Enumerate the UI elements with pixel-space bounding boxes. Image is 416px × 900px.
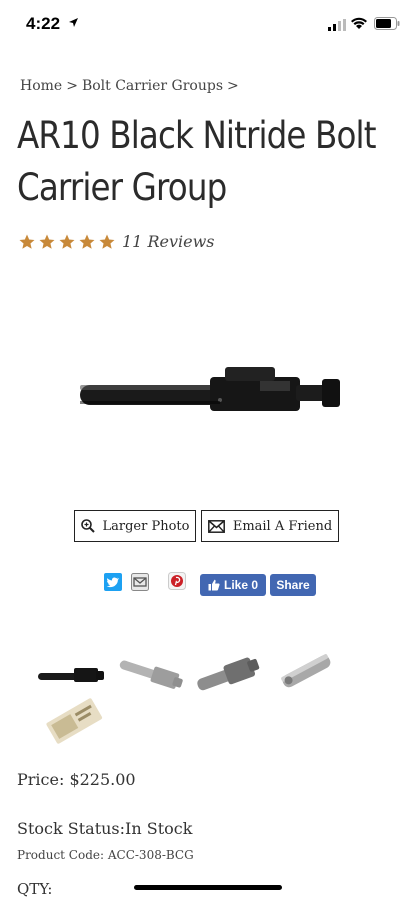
thumbnail-3[interactable]	[192, 645, 264, 705]
location-arrow-icon	[69, 18, 78, 27]
facebook-share-button[interactable]: Share	[270, 574, 316, 596]
facebook-share-label: Share	[276, 578, 310, 592]
star-icon	[79, 234, 95, 249]
cellular-signal-icon	[328, 19, 346, 31]
thumbnail-4[interactable]	[272, 640, 344, 700]
larger-photo-label: Larger Photo	[102, 518, 190, 534]
breadcrumb-home-link[interactable]: Home	[20, 78, 62, 94]
star-icon	[19, 234, 35, 249]
twitter-icon[interactable]	[104, 573, 122, 591]
breadcrumb-separator: >	[227, 78, 239, 94]
star-icon	[99, 234, 115, 249]
email-icon[interactable]	[131, 573, 149, 591]
star-rating	[18, 233, 116, 251]
product-rating[interactable]: 11 Reviews	[18, 232, 215, 251]
product-image[interactable]	[60, 355, 360, 435]
facebook-like-label: Like 0	[223, 578, 259, 592]
breadcrumb-bolt-carrier-groups-link[interactable]: Bolt Carrier Groups	[82, 78, 223, 94]
battery-icon	[374, 17, 400, 30]
reviews-link[interactable]: 11 Reviews	[122, 232, 215, 251]
breadcrumb-separator: >	[66, 78, 78, 94]
thumbs-up-icon	[208, 579, 220, 591]
facebook-like-button[interactable]: Like 0	[200, 574, 266, 596]
star-icon	[39, 234, 55, 249]
pinterest-icon[interactable]	[168, 572, 186, 590]
quantity-label: QTY:	[17, 880, 53, 898]
product-price: Price: $225.00	[17, 770, 136, 789]
breadcrumb: Home > Bolt Carrier Groups >	[20, 78, 243, 94]
status-bar: 4:22	[0, 0, 416, 48]
thumbnail-2[interactable]	[114, 645, 186, 705]
email-friend-button[interactable]: Email A Friend	[201, 510, 339, 542]
email-friend-label: Email A Friend	[232, 518, 333, 534]
larger-photo-button[interactable]: Larger Photo	[74, 510, 196, 542]
product-code: Product Code: ACC-308-BCG	[17, 848, 194, 862]
thumbnail-5[interactable]	[40, 690, 112, 750]
status-time: 4:22	[26, 14, 61, 33]
envelope-icon	[207, 519, 225, 533]
zoom-icon	[80, 519, 95, 533]
star-icon	[59, 234, 75, 249]
page-title: AR10 Black Nitride Bolt Carrier Group	[17, 114, 376, 209]
home-indicator[interactable]	[134, 885, 282, 890]
stock-status: Stock Status:In Stock	[17, 819, 193, 838]
wifi-icon	[351, 17, 367, 29]
